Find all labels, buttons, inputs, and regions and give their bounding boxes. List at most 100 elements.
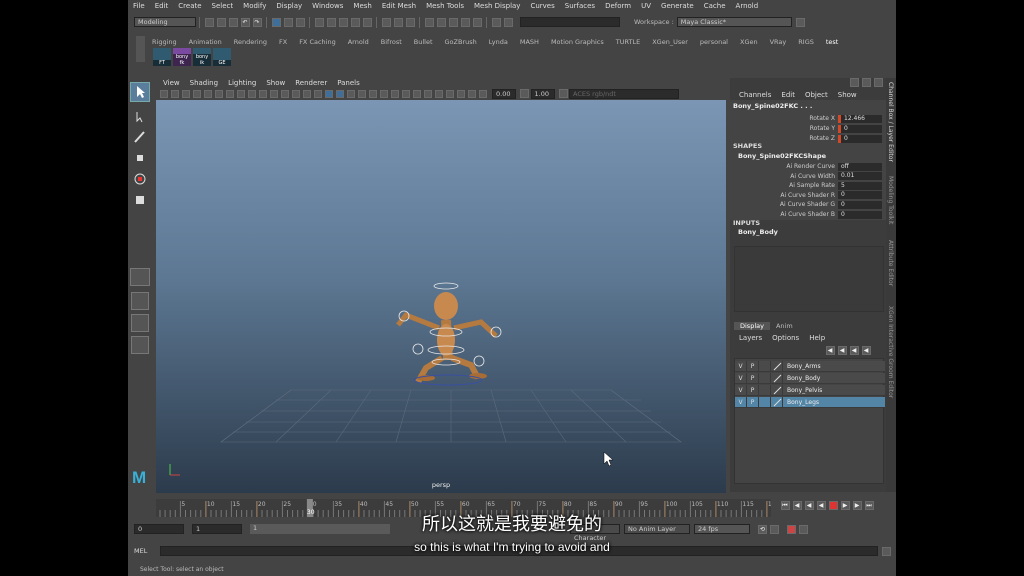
select-tool-icon[interactable]: [130, 82, 150, 102]
layer-visibility-toggle[interactable]: V: [735, 372, 747, 384]
shape-attr-value[interactable]: 0: [838, 210, 882, 219]
panel-tool-icon[interactable]: [368, 89, 377, 98]
layer-row-bony-arms[interactable]: V P Bony_Arms: [735, 360, 885, 372]
layer-visibility-toggle[interactable]: V: [735, 396, 747, 408]
panel-menu-show[interactable]: Show: [261, 79, 290, 87]
menu-select[interactable]: Select: [207, 2, 239, 10]
save-scene-icon[interactable]: [228, 17, 238, 27]
new-scene-icon[interactable]: [204, 17, 214, 27]
shelf-button-ge[interactable]: GE: [213, 48, 231, 66]
panel-menu-shading[interactable]: Shading: [185, 79, 223, 87]
go-to-end-icon[interactable]: ⏭: [864, 501, 874, 510]
panel-menu-view[interactable]: View: [158, 79, 185, 87]
menu-uv[interactable]: UV: [636, 2, 656, 10]
undo-icon[interactable]: ↶: [240, 17, 250, 27]
perspective-viewport[interactable]: persp: [156, 100, 726, 493]
menu-file[interactable]: File: [128, 2, 150, 10]
output-ops-icon[interactable]: [393, 17, 403, 27]
panel-tool-icon[interactable]: [280, 89, 289, 98]
shape-attr-value[interactable]: 0: [838, 200, 882, 209]
shelf-tab-arnold[interactable]: Arnold: [342, 38, 375, 46]
panel-tool-icon[interactable]: [269, 89, 278, 98]
shelf-tab-rendering[interactable]: Rendering: [228, 38, 273, 46]
view-transform-icon[interactable]: [558, 89, 568, 98]
new-layer-selected-icon[interactable]: ◀: [861, 346, 871, 355]
shelf-button-ft[interactable]: FT: [153, 48, 171, 66]
layer-type-toggle[interactable]: [759, 372, 771, 384]
new-layer-icon[interactable]: ◀: [849, 346, 859, 355]
layer-playback-toggle[interactable]: P: [747, 396, 759, 408]
channel-value[interactable]: 0: [838, 134, 882, 143]
channel-row-rotate-x[interactable]: Rotate X 12.466: [730, 114, 890, 123]
menu-edit-mesh[interactable]: Edit Mesh: [377, 2, 421, 10]
shelf-tab-lynda[interactable]: Lynda: [483, 38, 514, 46]
shape-row-ai-render-curve[interactable]: Ai Render Curve off: [730, 162, 890, 171]
layer-row-bony-pelvis[interactable]: V P Bony_Pelvis: [735, 384, 885, 396]
shelf-tab-xgen-user[interactable]: XGen_User: [646, 38, 694, 46]
panel-tool-icon[interactable]: [401, 89, 410, 98]
panel-tool-icon[interactable]: [379, 89, 388, 98]
shelf-tab-bullet[interactable]: Bullet: [408, 38, 439, 46]
channel-menu-edit[interactable]: Edit: [776, 91, 800, 99]
panel-tool-icon[interactable]: [203, 89, 212, 98]
arnold-render-icon[interactable]: [491, 17, 501, 27]
step-back-frame-icon[interactable]: ◀: [804, 501, 814, 510]
menu-curves[interactable]: Curves: [525, 2, 559, 10]
modeling-toolkit-icon[interactable]: [795, 17, 805, 27]
layer-type-toggle[interactable]: [759, 384, 771, 396]
menu-create[interactable]: Create: [173, 2, 206, 10]
layer-menu-layers[interactable]: Layers: [734, 334, 767, 342]
layer-row-bony-legs[interactable]: V P Bony_Legs: [735, 396, 885, 408]
panel-tool-icon[interactable]: [225, 89, 234, 98]
shelf-tab-rigs[interactable]: RIGS: [792, 38, 820, 46]
shelf-tab-animation[interactable]: Animation: [183, 38, 228, 46]
shelf-button-bony-fk[interactable]: bony fk: [173, 48, 191, 66]
lasso-tool-icon[interactable]: [132, 109, 148, 125]
layer-playback-toggle[interactable]: P: [747, 360, 759, 372]
menu-cache[interactable]: Cache: [699, 2, 731, 10]
panel-tool-icon[interactable]: [335, 89, 344, 98]
persp-graph-icon[interactable]: [131, 336, 149, 354]
panel-tool-icon[interactable]: [313, 89, 322, 98]
workspace-dropdown[interactable]: Maya Classic*: [676, 17, 792, 27]
shape-row-ai-curve-width[interactable]: Ai Curve Width 0.01: [730, 172, 890, 181]
go-to-start-icon[interactable]: ⏮: [780, 501, 790, 510]
shelf-tab-gozbrush[interactable]: GoZBrush: [439, 38, 483, 46]
cb-icon-a[interactable]: [849, 78, 859, 87]
shape-row-ai-sample-rate[interactable]: Ai Sample Rate 5: [730, 181, 890, 190]
menu-surfaces[interactable]: Surfaces: [560, 2, 600, 10]
redo-icon[interactable]: ↷: [252, 17, 262, 27]
exposure-field[interactable]: 0.00: [492, 88, 516, 99]
snap-grid-icon[interactable]: [314, 17, 324, 27]
panel-tool-icon[interactable]: [467, 89, 476, 98]
panel-tool-icon[interactable]: [434, 89, 443, 98]
shelf-tab-turtle[interactable]: TURTLE: [610, 38, 646, 46]
four-view-icon[interactable]: [131, 292, 149, 310]
menu-edit[interactable]: Edit: [150, 2, 174, 10]
mode-dropdown[interactable]: Modeling: [134, 17, 196, 27]
select-hierarchy-icon[interactable]: [271, 17, 281, 27]
play-backward-icon[interactable]: ◀: [816, 501, 826, 510]
shelf-tab-vray[interactable]: VRay: [764, 38, 793, 46]
step-forward-frame-icon[interactable]: ▶: [840, 501, 850, 510]
arnold-light-icon[interactable]: [503, 17, 513, 27]
step-back-key-icon[interactable]: ◀: [792, 501, 802, 510]
snap-view-icon[interactable]: [350, 17, 360, 27]
hypershade-icon[interactable]: [472, 17, 482, 27]
panel-tool-icon[interactable]: [214, 89, 223, 98]
snap-point-icon[interactable]: [338, 17, 348, 27]
layer-tab-anim[interactable]: Anim: [770, 322, 799, 330]
panel-tool-icon[interactable]: [192, 89, 201, 98]
layer-tab-display[interactable]: Display: [734, 322, 770, 330]
open-scene-icon[interactable]: [216, 17, 226, 27]
paint-select-icon[interactable]: [132, 129, 148, 145]
layer-color-swatch[interactable]: [771, 396, 783, 408]
menu-generate[interactable]: Generate: [656, 2, 699, 10]
render-settings-icon[interactable]: [460, 17, 470, 27]
move-layer-down-icon[interactable]: ◀: [837, 346, 847, 355]
scale-tool-icon[interactable]: [132, 192, 148, 208]
layer-visibility-toggle[interactable]: V: [735, 384, 747, 396]
channel-menu-channels[interactable]: Channels: [734, 91, 776, 99]
select-object-icon[interactable]: [283, 17, 293, 27]
ipr-render-icon[interactable]: [448, 17, 458, 27]
